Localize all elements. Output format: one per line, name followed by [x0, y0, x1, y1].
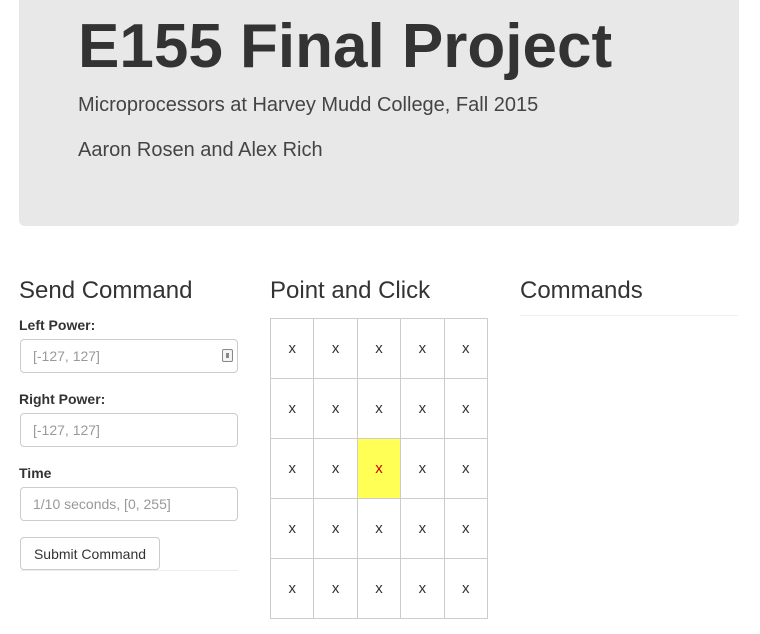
grid-row: xxxxx: [269, 498, 489, 559]
grid-cell[interactable]: x: [400, 438, 445, 499]
commands-heading: Commands: [520, 277, 643, 304]
page-title: E155 Final Project: [78, 12, 613, 81]
grid-cell[interactable]: x: [400, 318, 445, 379]
grid-cell[interactable]: x: [443, 318, 489, 379]
page-subtitle: Microprocessors at Harvey Mudd College, …: [78, 94, 539, 116]
send-command-divider: [20, 570, 238, 571]
grid-row: xxxxx: [269, 558, 489, 619]
grid-row: xxxxx: [269, 378, 489, 439]
grid-cell-selected[interactable]: x: [356, 438, 402, 499]
grid-cell[interactable]: x: [269, 558, 315, 619]
grid-cell[interactable]: x: [443, 378, 489, 439]
grid-cell[interactable]: x: [443, 558, 489, 619]
grid-cell[interactable]: x: [356, 498, 402, 559]
autofill-contact-icon[interactable]: [222, 349, 233, 362]
grid-row: xxxxx: [269, 438, 489, 499]
commands-divider: [520, 315, 738, 316]
submit-command-button[interactable]: Submit Command: [20, 537, 160, 570]
grid-cell[interactable]: x: [356, 558, 402, 619]
time-label: Time: [19, 465, 52, 481]
grid-cell[interactable]: x: [443, 438, 489, 499]
grid-cell[interactable]: x: [269, 498, 315, 559]
grid-cell[interactable]: x: [269, 378, 315, 439]
right-power-label: Right Power:: [19, 391, 106, 407]
grid-cell[interactable]: x: [313, 558, 358, 619]
authors-text: Aaron Rosen and Alex Rich: [78, 139, 323, 161]
send-command-heading: Send Command: [19, 277, 193, 304]
grid-cell[interactable]: x: [356, 378, 402, 439]
grid-cell[interactable]: x: [313, 318, 358, 379]
right-power-input[interactable]: [20, 413, 238, 447]
point-and-click-grid: xxxxxxxxxxxxxxxxxxxxxxxxx: [269, 318, 489, 619]
grid-cell[interactable]: x: [400, 498, 445, 559]
grid-cell[interactable]: x: [269, 438, 315, 499]
grid-cell[interactable]: x: [313, 438, 358, 499]
grid-row: xxxxx: [269, 318, 489, 379]
point-and-click-heading: Point and Click: [270, 277, 431, 304]
grid-cell[interactable]: x: [313, 498, 358, 559]
grid-cell[interactable]: x: [400, 378, 445, 439]
left-power-label: Left Power:: [19, 317, 96, 333]
time-input[interactable]: [20, 487, 238, 521]
grid-cell[interactable]: x: [313, 378, 358, 439]
grid-cell[interactable]: x: [356, 318, 402, 379]
grid-cell[interactable]: x: [443, 498, 489, 559]
grid-cell[interactable]: x: [269, 318, 315, 379]
grid-cell[interactable]: x: [400, 558, 445, 619]
left-power-input[interactable]: [20, 339, 238, 373]
